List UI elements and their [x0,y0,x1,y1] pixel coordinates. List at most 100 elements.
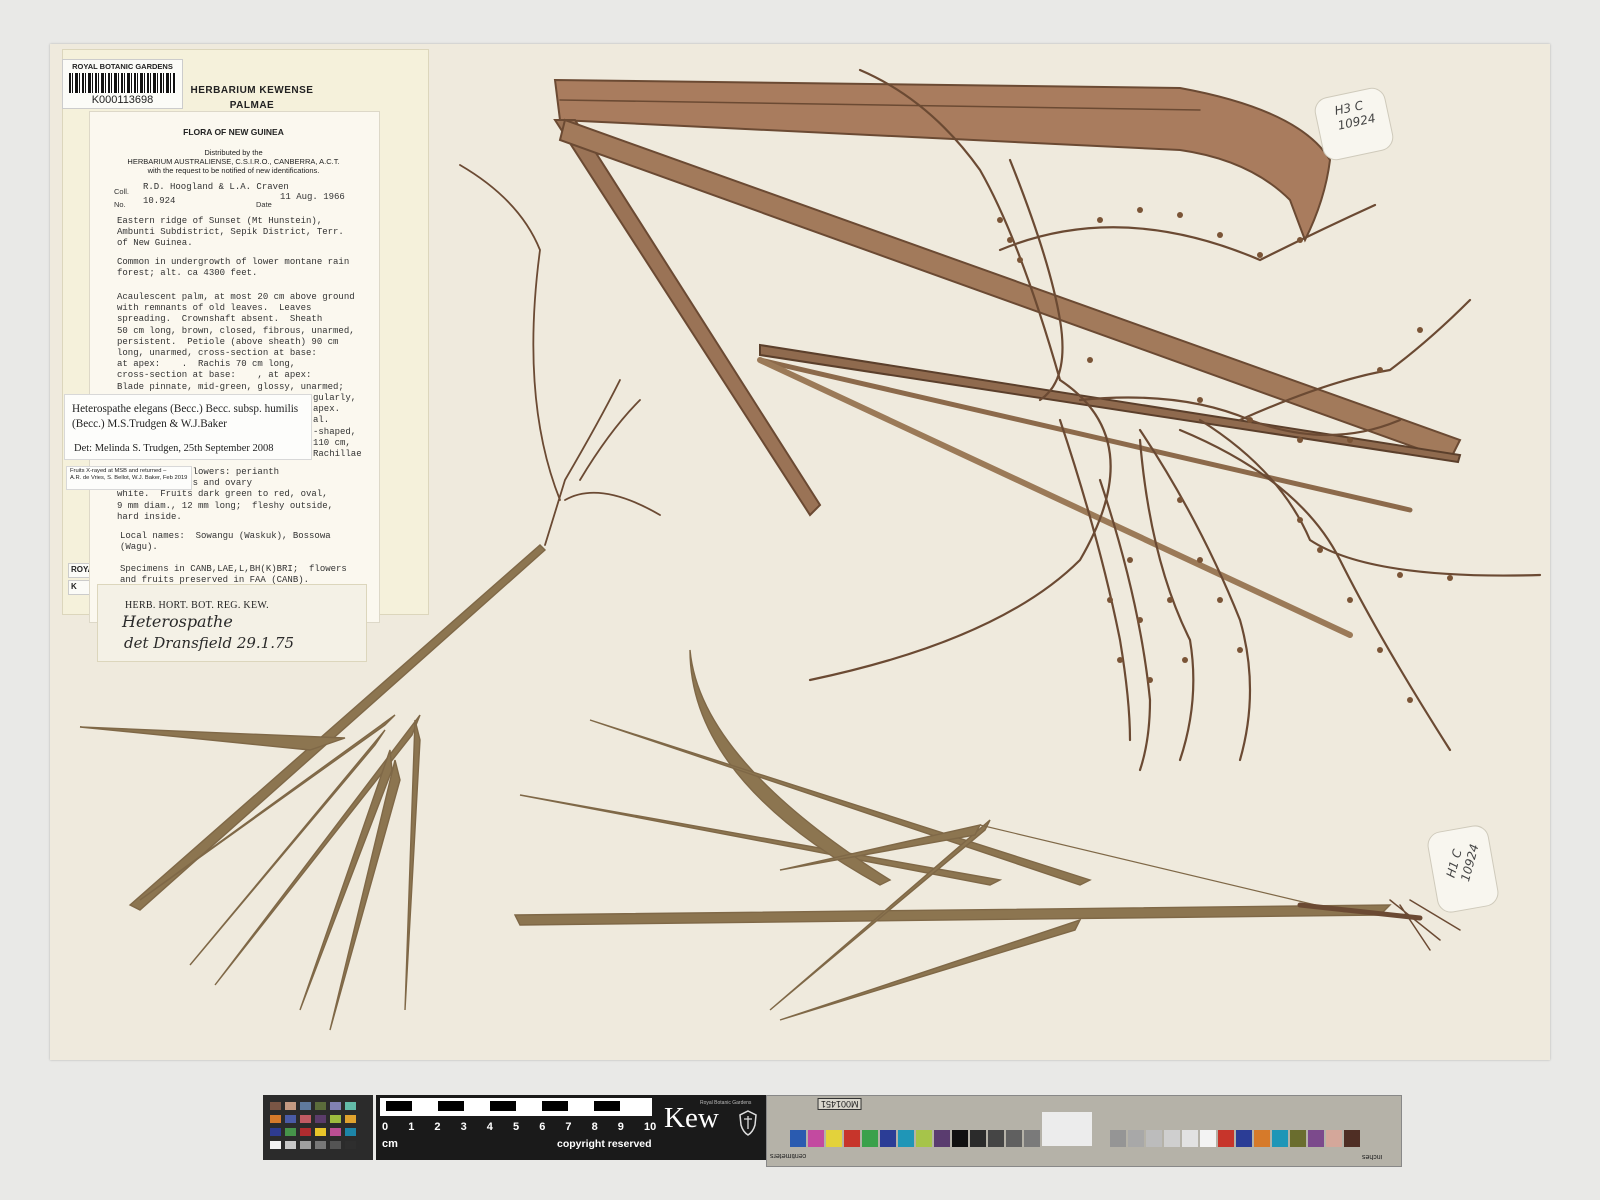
scale-number: 9 [617,1121,624,1133]
color-patch [826,1130,842,1147]
color-patch [1308,1130,1324,1147]
flora-heading: FLORA OF NEW GUINEA [183,127,284,137]
color-patch [1326,1130,1342,1147]
color-patch [285,1128,296,1136]
grey-patch [952,1130,968,1147]
color-patch [1218,1130,1234,1147]
locality: Eastern ridge of Sunset (Mt Hunstein), A… [117,216,344,249]
color-patch [270,1141,281,1149]
scale-number: 10 [644,1121,657,1133]
scale-number: 2 [434,1121,441,1133]
grey-patch [1006,1130,1022,1147]
color-patch [300,1115,311,1123]
color-patch [270,1102,281,1110]
scale-number: 1 [408,1121,415,1133]
collection-date: 11 Aug. 1966 [280,192,345,202]
grey-patch [1200,1130,1216,1147]
scale-ticks [386,1101,646,1111]
flora-distribution: Distributed by the HERBARIUM AUSTRALIENS… [89,148,378,175]
taxon-line: Heterospathe elegans (Becc.) Becc. subsp… [72,403,299,415]
scale-unit: cm [382,1138,398,1150]
grey-patch [970,1130,986,1147]
grey-patch [988,1130,1004,1147]
kew-logo: Kew [664,1102,719,1134]
distributed-line: HERBARIUM AUSTRALIENSE, C.S.I.R.O., CANB… [127,157,340,166]
herbarium-kewense-title: HERBARIUM KEWENSE PALMAE [182,83,322,113]
color-patch [285,1102,296,1110]
color-patch [330,1128,341,1136]
handwritten-genus: Heterospathe [122,612,233,631]
color-patch [315,1141,326,1149]
color-patch [1236,1130,1252,1147]
xray-note: Fruits X-rayed at MSB and returned – A.R… [70,468,190,481]
scale-number: 0 [382,1121,389,1133]
color-patch [345,1141,356,1149]
color-patch [330,1141,341,1149]
collectors: R.D. Hoogland & L.A. Craven [143,182,289,192]
scale-number: 7 [565,1121,572,1133]
scale-number: 5 [513,1121,520,1133]
grey-target [1042,1112,1092,1146]
coll-label: Coll. [114,187,130,196]
color-patch [1344,1130,1360,1147]
taxon-line: (Becc.) M.S.Trudgen & W.J.Baker [72,418,227,430]
copyright-text: copyright reserved [557,1138,652,1150]
density-in-label: inches [1362,1153,1383,1160]
grey-patch [1146,1130,1162,1147]
local-names: Local names: Sowangu (Waskuk), Bossowa (… [120,531,331,553]
color-patch [285,1141,296,1149]
color-patch [790,1130,806,1147]
grey-patch [1110,1130,1126,1147]
color-patch [345,1128,356,1136]
color-patch [898,1130,914,1147]
color-patch [1272,1130,1288,1147]
grey-patch [1128,1130,1144,1147]
color-patch [934,1130,950,1147]
density-cm-label: centimeters [770,1152,807,1159]
color-patch [315,1115,326,1123]
scale-number: 3 [460,1121,467,1133]
barcode-label: ROYAL BOTANIC GARDENS KEW K000113698 [62,59,183,109]
color-patch [916,1130,932,1147]
grey-patch [1182,1130,1198,1147]
color-patch [862,1130,878,1147]
herb-hort-title: HERB. HORT. BOT. REG. KEW. [125,600,269,611]
color-patch [345,1102,356,1110]
color-patch [285,1115,296,1123]
habitat: Common in undergrowth of lower montane r… [117,257,350,279]
scale-number: 8 [591,1121,598,1133]
handwritten-det: det Dransfield 29.1.75 [124,634,295,652]
color-patch [270,1128,281,1136]
color-patch [315,1102,326,1110]
determination-name: Heterospathe elegans (Becc.) Becc. subsp… [72,402,306,432]
scale-number: 6 [539,1121,546,1133]
color-patch [844,1130,860,1147]
collection-number: 10.924 [143,196,176,206]
determiner: Det: Melinda S. Trudgen, 25th September … [74,443,274,454]
kewense-line1: HERBARIUM KEWENSE [190,85,314,96]
grey-patch [1164,1130,1180,1147]
barcode-number: K000113698 [91,94,154,106]
crest-icon [739,1110,757,1136]
color-patch [880,1130,896,1147]
color-patch [330,1102,341,1110]
grey-patch [1024,1130,1040,1147]
color-patch [1290,1130,1306,1147]
density-card-id: M001451 [818,1098,862,1110]
date-label: Date [256,200,272,209]
color-patch [300,1102,311,1110]
description: Acaulescent palm, at most 20 cm above gr… [117,292,355,392]
no-label: No. [114,200,126,209]
color-patch [270,1115,281,1123]
distributed-line: with the request to be notified of new i… [147,166,320,175]
color-patch [315,1128,326,1136]
xray-line: A.R. de Vries, S. Bellot, W.J. Baker, Fe… [70,474,188,481]
color-patch [1254,1130,1270,1147]
barcode-icon [69,73,176,93]
description-right: gularly, apex. al. -shaped, 110 cm, Rach… [313,393,362,460]
color-patch [808,1130,824,1147]
color-patch [300,1141,311,1149]
scale-number: 4 [486,1121,493,1133]
color-patch [330,1115,341,1123]
distributed-line: Distributed by the [204,148,263,157]
